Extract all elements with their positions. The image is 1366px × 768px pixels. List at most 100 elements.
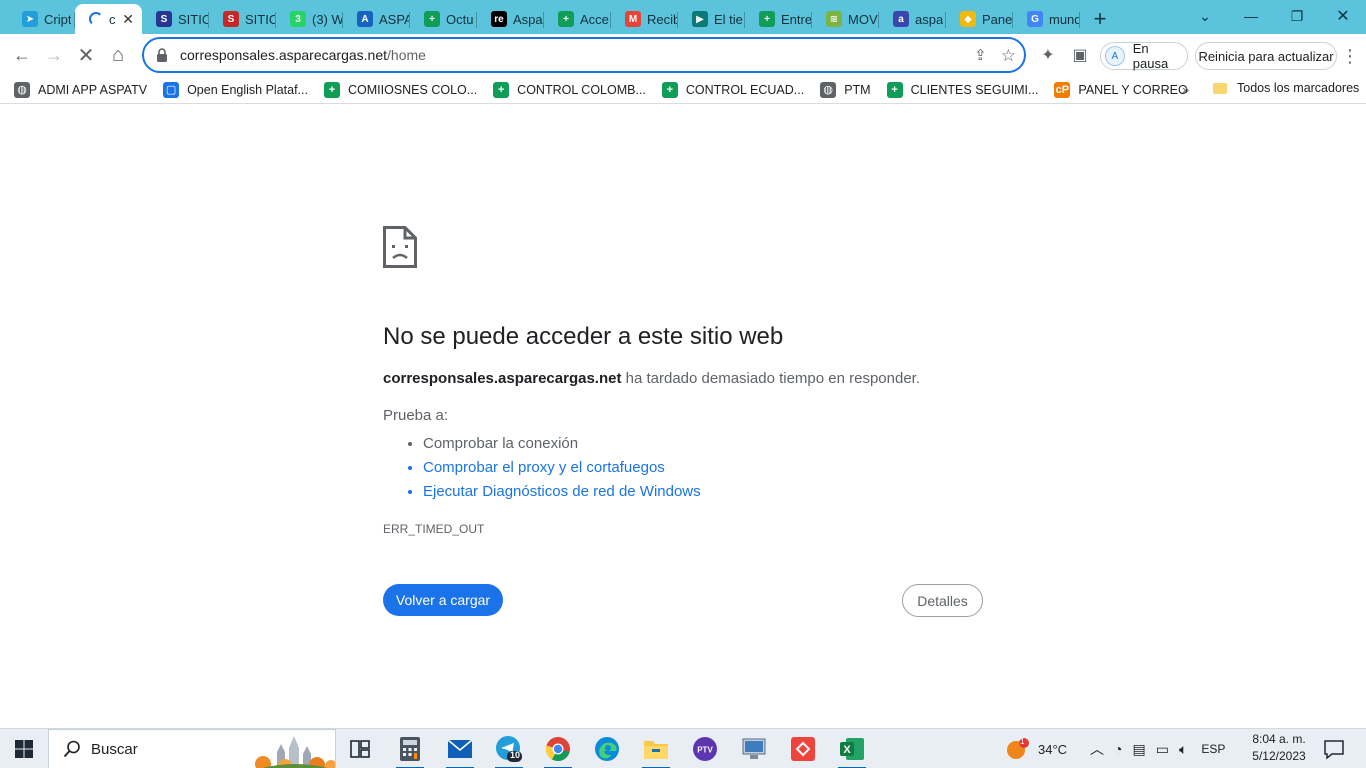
share-icon[interactable]: ⇪ xyxy=(974,46,987,66)
tab[interactable]: 3 (3) W xyxy=(276,4,343,34)
meet-now-icon[interactable]: ▤ xyxy=(1132,741,1145,758)
tab[interactable]: S SITIO xyxy=(142,4,209,34)
notification-center-icon[interactable] xyxy=(1322,737,1346,761)
tab-strip: ➤ Cript c ✕ S SITIO S SITIO 3 (3) W A ASPA + Octu re As… xyxy=(0,0,1366,34)
bookmark-item[interactable]: ▢ Open English Plataf... xyxy=(163,81,308,98)
tab[interactable]: + Entre xyxy=(745,4,812,34)
excel-app-icon[interactable]: X xyxy=(836,733,868,768)
network-icon[interactable]: ◔ xyxy=(1114,741,1122,757)
weather-widget[interactable]: 1 34°C xyxy=(1006,729,1067,768)
windows-start-button[interactable] xyxy=(0,729,48,768)
tab[interactable]: + Acce xyxy=(544,4,611,34)
bookmark-label: ADMI APP ASPATV xyxy=(38,82,148,97)
suggestion-text[interactable]: Ejecutar Diagnósticos de red de Windows xyxy=(423,483,701,500)
bookmark-label: CONTROL ECUAD... xyxy=(685,82,805,97)
clock[interactable]: 8:04 a. m. 5/12/2023 xyxy=(1248,731,1310,765)
tab[interactable]: + Octu xyxy=(410,4,477,34)
address-bar[interactable]: corresponsales.asparecargas.net/home ⇪ ☆ xyxy=(142,37,1026,73)
tab[interactable]: ≋ MOV xyxy=(812,4,879,34)
ptv-app-icon[interactable]: PTV xyxy=(689,733,721,765)
side-panel-icon[interactable]: ▣ xyxy=(1064,39,1096,71)
close-tab-icon[interactable]: ✕ xyxy=(122,11,134,28)
bookmark-favicon-icon: ▢ xyxy=(163,81,180,98)
restore-button[interactable]: ❐ xyxy=(1274,0,1320,32)
bookmark-label: CLIENTES SEGUIMI... xyxy=(910,82,1039,97)
error-host: corresponsales.asparecargas.net xyxy=(383,369,622,387)
menu-icon[interactable]: ⋮ xyxy=(1340,44,1360,68)
bookmark-star-icon[interactable]: ☆ xyxy=(1001,46,1016,66)
new-tab-button[interactable]: + xyxy=(1080,4,1120,34)
show-hidden-icons-chevron-icon[interactable]: ︿ xyxy=(1090,739,1104,759)
bookmark-favicon-icon: + xyxy=(886,81,903,98)
suggestion-text[interactable]: Comprobar el proxy y el cortafuegos xyxy=(423,459,665,476)
temperature: 34°C xyxy=(1038,741,1068,757)
tab[interactable]: Gmund xyxy=(1013,4,1080,34)
bookmark-label: PTM xyxy=(844,82,871,97)
chrome-app-icon[interactable] xyxy=(542,733,574,768)
stop-loading-button[interactable]: ✕ xyxy=(70,39,102,71)
all-bookmarks-label: Todos los marcadores xyxy=(1237,81,1360,95)
loading-spinner-icon xyxy=(89,12,103,26)
bookmark-item[interactable]: + CLIENTES SEGUIMI... xyxy=(886,81,1039,98)
task-view-icon[interactable] xyxy=(344,733,376,765)
bookmark-item[interactable]: + COMIIOSNES COLO... xyxy=(323,81,477,98)
tab[interactable]: A ASPA xyxy=(343,4,410,34)
bookmark-item[interactable]: ◍ ADMI APP ASPATV xyxy=(14,81,148,98)
bookmark-favicon-icon: cP xyxy=(1054,81,1071,98)
tab[interactable]: ▶ El tie xyxy=(678,4,745,34)
search-highlight-illustration-icon xyxy=(255,730,335,768)
bookmark-item[interactable]: + CONTROL ECUAD... xyxy=(661,81,805,98)
suggestion-link[interactable]: Comprobar el proxy y el cortafuegos xyxy=(423,456,983,480)
suggestion-link[interactable]: Ejecutar Diagnósticos de red de Windows xyxy=(423,480,983,504)
taskbar-search-box[interactable]: Buscar xyxy=(48,729,336,768)
mail-app-icon[interactable] xyxy=(444,733,476,768)
tab[interactable]: a aspa xyxy=(879,4,946,34)
volume-icon[interactable]: 🔈︎ xyxy=(1179,741,1187,758)
lock-icon[interactable] xyxy=(156,48,168,62)
tab-title: El tie xyxy=(714,11,743,27)
profile-status-label: En pausa xyxy=(1132,41,1169,71)
details-button[interactable]: Detalles xyxy=(902,584,983,617)
edge-app-icon[interactable] xyxy=(591,733,623,765)
bookmark-item[interactable]: ◍ PTM xyxy=(820,81,871,98)
remote-desktop-icon[interactable] xyxy=(738,733,770,765)
bookmark-favicon-icon: ◍ xyxy=(820,81,837,98)
battery-icon[interactable]: ▭ xyxy=(1156,741,1169,758)
telegram-app-icon[interactable]: 10 xyxy=(493,733,525,768)
tab-title: Octu xyxy=(446,11,474,27)
tab-search-chevron-icon[interactable]: ⌄ xyxy=(1182,0,1228,32)
back-button[interactable]: ← xyxy=(6,39,38,71)
tab-title: (3) W xyxy=(312,11,342,27)
tab-active[interactable]: c ✕ xyxy=(75,4,142,34)
tab-title: aspa xyxy=(915,11,944,27)
profile-button[interactable]: A En pausa xyxy=(1100,41,1188,71)
bookmark-item[interactable]: cP PANEL Y CORREO xyxy=(1054,81,1188,98)
favicon-icon: + xyxy=(558,11,574,27)
calculator-app-icon[interactable] xyxy=(394,733,426,768)
tab[interactable]: ➤ Cript xyxy=(8,4,75,34)
close-window-button[interactable]: ✕ xyxy=(1320,0,1366,32)
tab[interactable]: re Aspa xyxy=(477,4,544,34)
reload-button[interactable]: Volver a cargar xyxy=(383,584,503,616)
bookmarks-overflow-icon[interactable]: » xyxy=(1182,82,1189,97)
home-button[interactable]: ⌂ xyxy=(102,39,134,71)
all-bookmarks-button[interactable]: Todos los marcadores xyxy=(1213,81,1359,95)
clock-time: 8:04 a. m. xyxy=(1252,732,1306,746)
clock-date: 5/12/2023 xyxy=(1252,749,1306,763)
anydesk-app-icon[interactable] xyxy=(787,733,819,765)
folder-icon xyxy=(1213,82,1227,94)
extensions-icon[interactable]: ✦ xyxy=(1032,39,1064,71)
tab[interactable]: M Recib xyxy=(611,4,678,34)
minimize-button[interactable]: — xyxy=(1228,0,1274,32)
bookmark-favicon-icon: + xyxy=(493,81,510,98)
forward-button[interactable]: → xyxy=(38,39,70,71)
file-explorer-icon[interactable] xyxy=(640,733,672,768)
tab-title: Aspa xyxy=(513,11,543,27)
bookmark-item[interactable]: + CONTROL COLOMB... xyxy=(493,81,646,98)
url-host: corresponsales.asparecargas.net xyxy=(180,47,388,63)
weather-badge: 1 xyxy=(1020,737,1025,746)
language-indicator[interactable]: ESP xyxy=(1201,742,1225,756)
tab[interactable]: S SITIO xyxy=(209,4,276,34)
restart-to-update-button[interactable]: Reinicia para actualizar xyxy=(1195,42,1337,70)
tab[interactable]: ◆ Panel xyxy=(946,4,1013,34)
